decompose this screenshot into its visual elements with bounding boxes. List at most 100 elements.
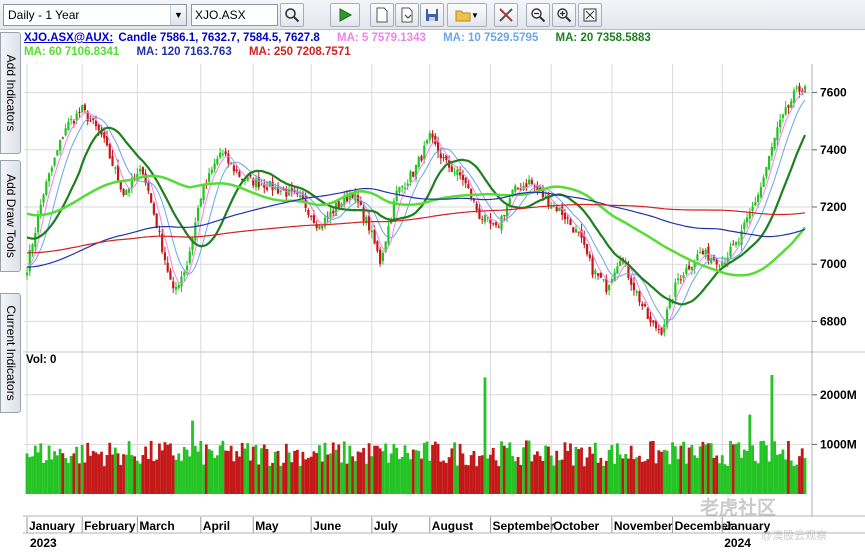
volume-bar <box>61 453 65 494</box>
candle-body <box>417 156 420 168</box>
volume-bar <box>538 456 542 494</box>
volume-bar <box>94 452 98 494</box>
volume-bar <box>102 466 106 494</box>
candle-body <box>403 187 407 189</box>
volume-bar <box>226 450 230 494</box>
candle-body <box>199 198 202 207</box>
volume-bar <box>133 456 136 494</box>
candle-body <box>773 137 776 149</box>
candle-body <box>307 209 310 216</box>
volume-bar <box>759 441 763 494</box>
candle-body <box>453 172 456 174</box>
volume-bar <box>188 456 192 494</box>
volume-bar <box>53 451 56 494</box>
volume-bar <box>279 465 283 494</box>
candle-body <box>745 217 749 223</box>
legend-symbol[interactable]: XJO.ASX@AUX: <box>24 32 113 44</box>
candle-body <box>183 272 186 276</box>
volume-bar <box>530 461 534 494</box>
volume-bar <box>127 441 131 494</box>
volume-bar <box>778 453 782 494</box>
candle-body <box>472 199 476 201</box>
volume-bar <box>138 463 142 494</box>
candle-body <box>185 265 189 271</box>
candle-body <box>387 226 390 244</box>
candle-body <box>536 185 539 190</box>
volume-bar <box>111 454 114 494</box>
volume-bar <box>696 457 699 494</box>
ma5-line <box>26 89 806 329</box>
volume-bar <box>599 457 603 494</box>
volume-bar <box>803 458 807 494</box>
volume-bar <box>693 455 697 494</box>
volume-bar <box>69 455 73 494</box>
candle-body <box>431 133 434 138</box>
candle-body <box>376 241 379 251</box>
volume-bar <box>469 455 473 494</box>
candle-body <box>45 181 48 195</box>
volume-bar <box>348 445 352 494</box>
year-label: 2023 <box>30 536 57 550</box>
candle-body <box>754 202 757 206</box>
candle-body <box>646 308 649 319</box>
candle-body <box>97 124 100 131</box>
volume-bar <box>240 442 244 494</box>
candle-body <box>174 286 178 290</box>
volume-bar <box>364 463 368 494</box>
volume-bar <box>450 448 454 494</box>
volume-bar <box>698 446 702 494</box>
candle-body <box>279 191 282 193</box>
volume-bar <box>742 449 746 494</box>
month-label: August <box>432 519 473 533</box>
volume-bar <box>519 464 523 494</box>
candle-body <box>163 252 167 260</box>
candle-body <box>792 90 796 103</box>
price-volume-chart[interactable]: January February March April May June July Augu… <box>0 0 865 553</box>
candle-body <box>632 282 636 291</box>
volume-bar <box>58 448 62 494</box>
volume-bar <box>781 449 785 494</box>
volume-bar <box>444 462 448 494</box>
volume-bar <box>108 442 112 494</box>
candle-body <box>213 163 216 170</box>
candle-body <box>574 228 578 233</box>
volume-bar <box>723 464 727 494</box>
candle-body <box>147 182 150 192</box>
ma60-line <box>26 174 806 277</box>
candle-body <box>699 252 702 254</box>
legend-candle: Candle 7586.1, 7632.7, 7584.5, 7627.8 <box>118 32 320 44</box>
volume-bar <box>588 446 592 494</box>
volume-bar <box>665 450 669 494</box>
volume-bar <box>527 440 531 494</box>
volume-bar <box>91 450 95 494</box>
volume-bar <box>577 449 581 494</box>
volume-bar <box>384 443 388 494</box>
volume-bar <box>552 465 556 494</box>
candle-body <box>566 217 569 219</box>
volume-bar <box>362 448 365 494</box>
candle-body <box>235 169 238 172</box>
volume-bar <box>610 445 614 494</box>
volume-bar <box>502 445 506 494</box>
volume-bar <box>33 445 37 494</box>
candle-body <box>688 265 691 270</box>
volume-bar <box>461 453 465 494</box>
volume-bar <box>480 455 484 494</box>
volume-bar <box>500 441 503 494</box>
candle-body <box>492 223 495 225</box>
candle-body <box>787 105 790 108</box>
volume-bar <box>375 445 379 494</box>
candle-body <box>784 107 787 115</box>
volume-bar <box>122 454 125 494</box>
candle-body <box>779 119 782 128</box>
candle-body <box>47 173 51 182</box>
candle-body <box>442 157 445 159</box>
volume-bar <box>770 374 774 494</box>
candle-body <box>563 212 567 220</box>
volume-bar <box>276 450 280 494</box>
month-label: May <box>255 519 279 533</box>
candle-body <box>50 167 53 172</box>
volume-bar <box>340 462 343 494</box>
volume-bar <box>326 454 330 494</box>
volume-bar <box>417 450 421 494</box>
